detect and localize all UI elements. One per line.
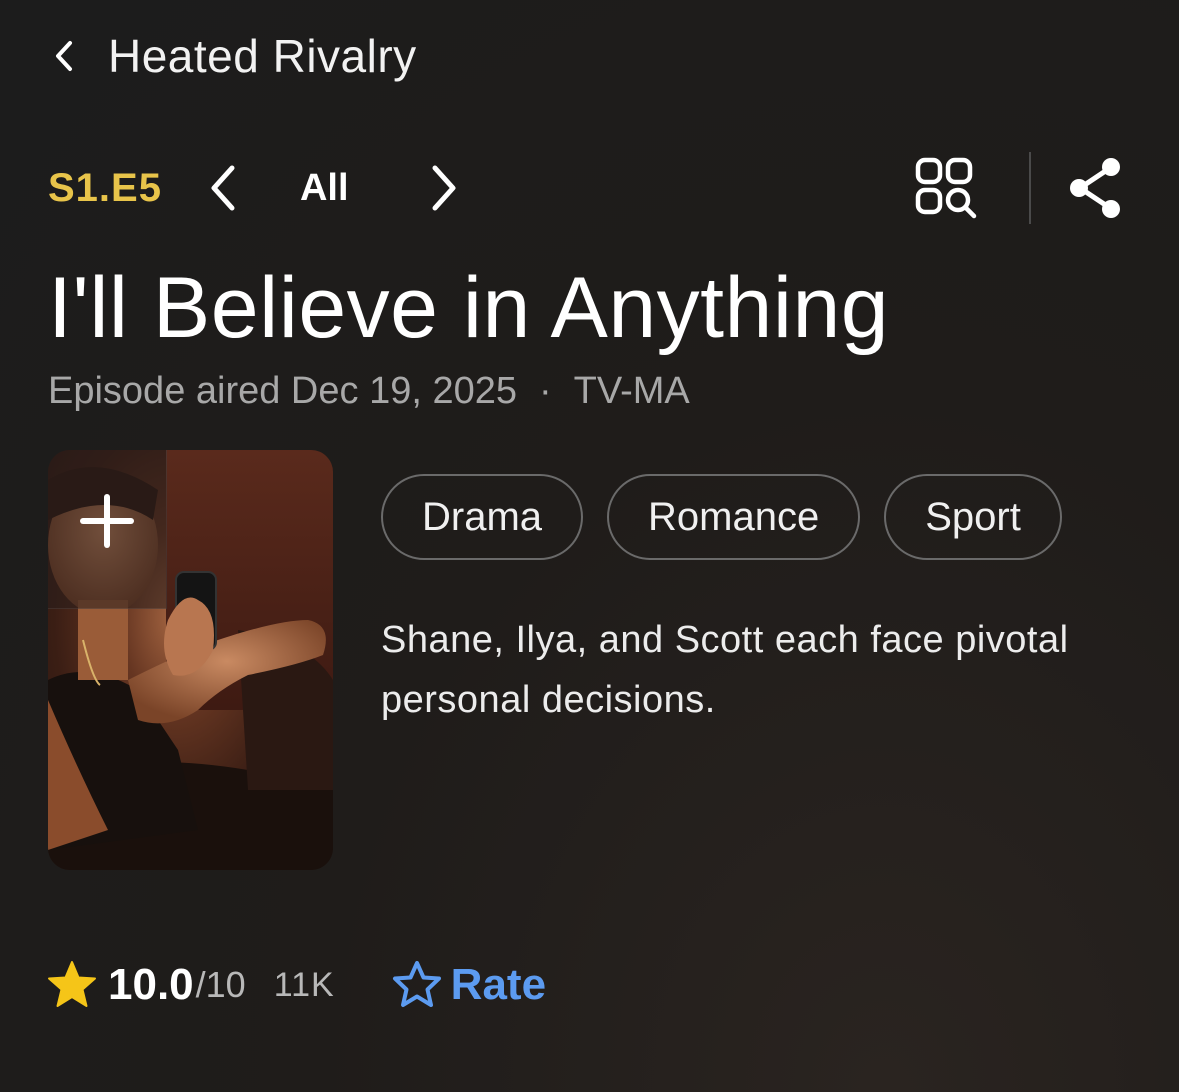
toolbar-divider — [1029, 152, 1031, 224]
chevron-right-icon — [432, 165, 456, 211]
episode-poster[interactable] — [48, 450, 333, 870]
rate-button[interactable]: Rate — [391, 959, 546, 1011]
back-button[interactable] — [48, 36, 78, 76]
episode-meta: Episode aired Dec 19, 2025 · TV-MA — [48, 370, 690, 413]
series-title[interactable]: Heated Rivalry — [108, 29, 417, 83]
genre-chip-drama[interactable]: Drama — [381, 474, 584, 560]
all-episodes-button[interactable]: All — [300, 167, 349, 210]
genre-chip-romance[interactable]: Romance — [607, 474, 861, 560]
grid-search-icon — [915, 157, 977, 219]
rating-row: 10.0 /10 11K Rate — [46, 955, 546, 1015]
meta-separator: · — [539, 370, 552, 412]
episode-title: I'll Believe in Anything — [48, 260, 890, 356]
top-bar: Heated Rivalry — [48, 26, 417, 86]
add-to-watchlist-button[interactable] — [48, 450, 167, 609]
genre-chips: Drama Romance Sport — [381, 474, 1062, 560]
plus-icon — [80, 494, 134, 548]
episode-code: S1.E5 — [48, 165, 162, 210]
episode-tools — [911, 150, 1131, 226]
rating-max: /10 — [195, 964, 246, 1005]
share-button[interactable] — [1061, 153, 1131, 223]
rating-score: 10.0 — [108, 960, 194, 1009]
star-icon — [46, 959, 98, 1011]
rate-label: Rate — [450, 960, 547, 1009]
episode-navigation: S1.E5 All — [48, 150, 1131, 226]
episode-guide-button[interactable] — [911, 153, 981, 223]
next-episode-button[interactable] — [419, 158, 469, 218]
share-icon — [1070, 158, 1120, 218]
air-date: Episode aired Dec 19, 2025 — [48, 370, 517, 412]
content-rating: TV-MA — [573, 370, 690, 412]
star-outline-icon — [392, 961, 441, 1007]
episode-description: Shane, Ilya, and Scott each face pivotal… — [381, 619, 1069, 721]
chevron-left-icon — [211, 165, 235, 211]
chevron-left-icon — [56, 41, 72, 71]
rating-count: 11K — [273, 965, 335, 1004]
previous-episode-button[interactable] — [198, 158, 248, 218]
genre-chip-sport[interactable]: Sport — [884, 474, 1062, 560]
